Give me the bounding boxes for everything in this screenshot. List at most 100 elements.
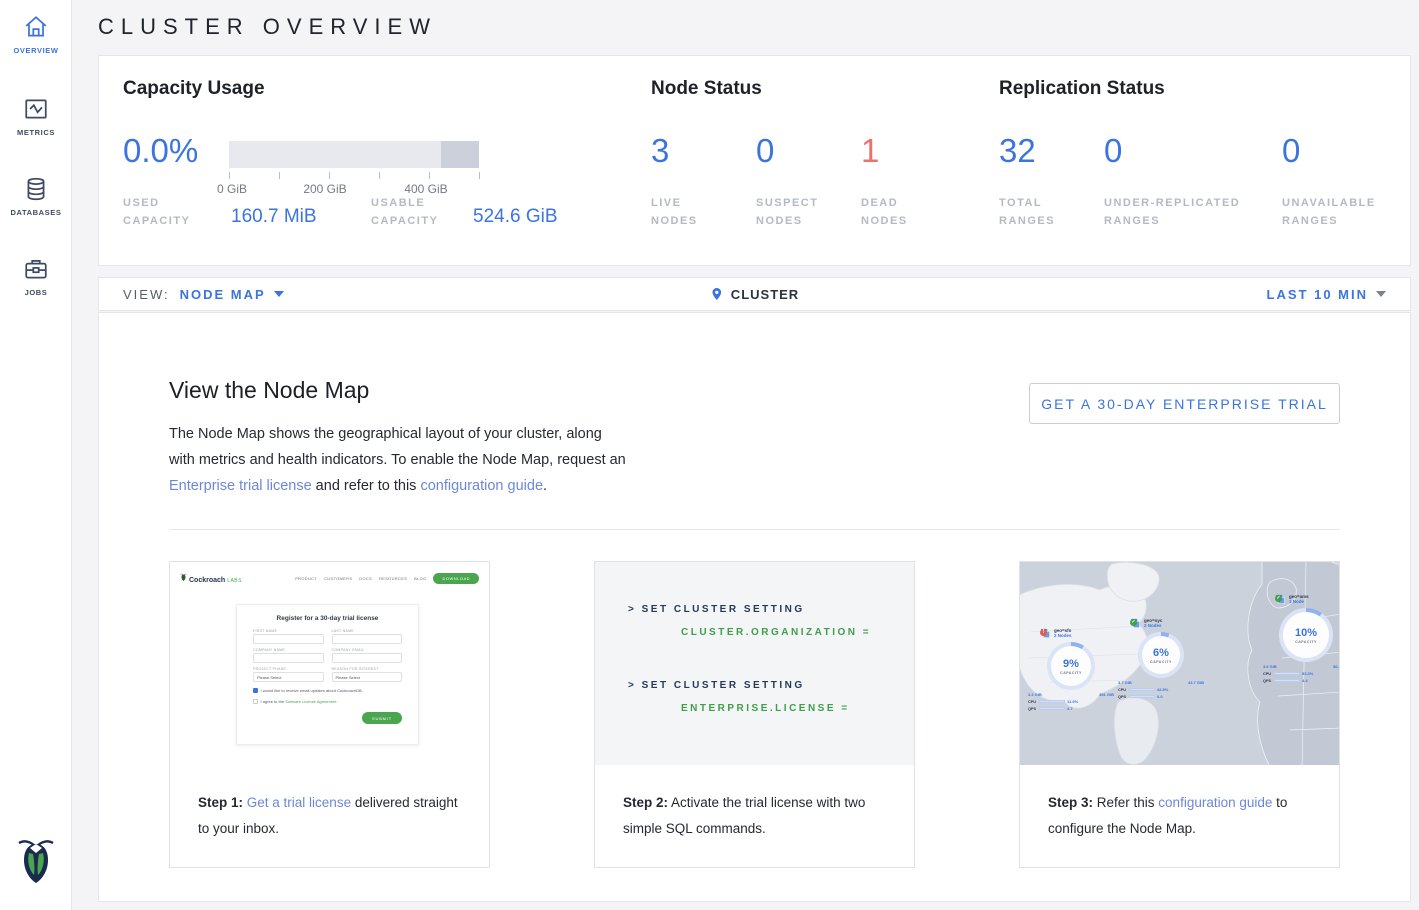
capacity-used: 3.7 GiB xyxy=(1118,680,1132,685)
configuration-guide-link[interactable]: configuration guide xyxy=(1158,795,1272,810)
qps-value: 4.4 xyxy=(1302,678,1308,683)
enterprise-trial-license-link[interactable]: Enterprise trial license xyxy=(169,478,312,494)
chevron-down-icon xyxy=(1376,291,1386,297)
capacity-axis-tick xyxy=(229,172,230,179)
mini-nav-customers: CUSTOMERS xyxy=(324,576,352,581)
mini-checkbox-unchecked xyxy=(253,699,258,704)
qps-bar xyxy=(1274,679,1300,683)
locality-node-count: 1 Node xyxy=(1289,599,1309,604)
cpu-bar xyxy=(1039,700,1065,704)
step-text: Refer this xyxy=(1093,795,1158,810)
sql-setting-name: ENTERPRISE.LICENSE = xyxy=(681,703,914,714)
cockroachdb-logo xyxy=(16,835,56,894)
qps-bar xyxy=(1129,695,1155,699)
section-divider xyxy=(169,529,1340,530)
under-replicated-ranges-label: UNDER-REPLICATED RANGES xyxy=(1104,194,1269,230)
cpu-value: 42.5% xyxy=(1157,687,1168,692)
suspect-nodes-label: SUSPECT NODES xyxy=(756,194,836,230)
breadcrumb-cluster: CLUSTER xyxy=(710,286,799,302)
total-ranges-value: 32 xyxy=(999,132,1036,170)
chevron-down-icon xyxy=(274,291,284,297)
page-title: CLUSTER OVERVIEW xyxy=(98,14,437,40)
mini-input xyxy=(332,653,403,663)
step2-card: > SET CLUSTER SETTING CLUSTER.ORGANIZATI… xyxy=(594,561,915,868)
live-nodes-label: LIVE NODES xyxy=(651,194,731,230)
mini-nav-product: PRODUCT xyxy=(295,576,317,581)
unavailable-ranges-label: UNAVAILABLE RANGES xyxy=(1282,194,1392,230)
dead-nodes-label: DEAD NODES xyxy=(861,194,941,230)
description-text: . xyxy=(543,478,547,494)
trial-license-site-thumbnail: Cockroach LABS PRODUCT CUSTOMERS DOCS RE… xyxy=(170,562,489,765)
capacity-axis-tick xyxy=(429,172,430,179)
sidebar-item-metrics[interactable]: METRICS xyxy=(0,96,72,137)
sidebar-item-databases[interactable]: DATABASES xyxy=(0,176,72,217)
sidebar-item-jobs[interactable]: JOBS xyxy=(0,256,72,297)
node-map-heading: View the Node Map xyxy=(169,377,369,404)
sidebar-item-label: DATABASES xyxy=(0,208,72,217)
usable-capacity-value: 524.6 GiB xyxy=(473,206,558,228)
time-range-dropdown[interactable]: LAST 10 MIN xyxy=(1267,287,1386,302)
capacity-percent: 10% xyxy=(1295,627,1317,639)
capacity-percent: 6% xyxy=(1153,647,1169,659)
step1-card: Cockroach LABS PRODUCT CUSTOMERS DOCS RE… xyxy=(169,561,490,868)
sql-commands-thumbnail: > SET CLUSTER SETTING CLUSTER.ORGANIZATI… xyxy=(595,562,914,765)
mini-field-label: LAST NAME xyxy=(332,629,403,633)
unavailable-ranges-value: 0 xyxy=(1282,132,1300,170)
mini-select: Please Select xyxy=(253,672,324,682)
home-icon xyxy=(23,14,49,40)
enterprise-trial-button[interactable]: GET A 30-DAY ENTERPRISE TRIAL xyxy=(1029,383,1340,424)
total-ranges-label: TOTAL RANGES xyxy=(999,194,1079,230)
capacity-total: 36.4 GiB xyxy=(1333,664,1339,669)
mini-nav-docs: DOCS xyxy=(359,576,372,581)
map-locality-nyc: ✓ geo=nyc 2 Nodes 6% CAPACITY 3.7 GiB xyxy=(1118,618,1204,699)
step1-caption: Step 1: Get a trial license delivered st… xyxy=(170,765,489,842)
qps-label: QPS xyxy=(1028,707,1037,711)
node-status-title: Node Status xyxy=(651,78,762,100)
used-capacity-value: 160.7 MiB xyxy=(231,206,317,228)
capacity-bar-reserved-segment xyxy=(441,141,479,168)
get-trial-license-link[interactable]: Get a trial license xyxy=(247,795,351,810)
briefcase-icon xyxy=(23,256,49,282)
mini-checkbox-checked xyxy=(253,688,258,693)
mini-register-form: Register for a 30-day trial license FIRS… xyxy=(236,604,419,745)
locality-node-count: 2 Nodes xyxy=(1144,623,1162,628)
capacity-bar-chart xyxy=(229,141,479,168)
capacity-percent: 9% xyxy=(1063,658,1079,670)
view-selector-dropdown[interactable]: NODE MAP xyxy=(180,287,284,302)
sidebar-item-overview[interactable]: OVERVIEW xyxy=(0,14,72,55)
locality-node-count: 2 Nodes xyxy=(1054,633,1072,638)
configuration-guide-link[interactable]: configuration guide xyxy=(420,478,543,494)
cpu-bar xyxy=(1274,672,1300,676)
cpu-value: 53.3% xyxy=(1302,671,1313,676)
usable-capacity-label: USABLE CAPACITY xyxy=(371,194,466,230)
cpu-label: CPU xyxy=(1263,672,1272,676)
mini-field-label: COMPANY EMAIL xyxy=(332,648,403,652)
capacity-axis-tick xyxy=(279,172,280,179)
cockroach-icon xyxy=(180,573,187,582)
metrics-icon xyxy=(23,96,49,122)
step3-card: ! geo=sfo 2 Nodes 9% CAPACITY 3.2 GiB xyxy=(1019,561,1340,868)
sidebar-item-label: METRICS xyxy=(0,128,72,137)
mini-form-title: Register for a 30-day trial license xyxy=(253,615,402,622)
mini-input xyxy=(253,634,324,644)
description-text: The Node Map shows the geographical layo… xyxy=(169,426,626,468)
sql-statement: > SET CLUSTER SETTING xyxy=(628,680,914,691)
location-pin-icon xyxy=(710,286,723,302)
mini-download-button: DOWNLOAD xyxy=(433,573,479,584)
capacity-used: 3.2 GiB xyxy=(1028,692,1042,697)
sidebar-item-label: OVERVIEW xyxy=(0,46,72,55)
step-number: Step 1: xyxy=(198,795,243,810)
live-node-badge: ✓ xyxy=(1130,619,1137,626)
step-number: Step 3: xyxy=(1048,795,1093,810)
cpu-bar xyxy=(1129,688,1155,692)
mini-license-link: Software License Agreement. xyxy=(285,699,337,704)
map-locality-ams: ✓ geo=ams 1 Node 10% CAPACITY 3.6 GiB xyxy=(1263,594,1339,683)
sql-setting-name: CLUSTER.ORGANIZATION = xyxy=(681,627,914,638)
capacity-axis-tick xyxy=(329,172,330,179)
map-locality-sfo: ! geo=sfo 2 Nodes 9% CAPACITY 3.2 GiB xyxy=(1028,628,1114,711)
qps-value: 4.7 xyxy=(1067,706,1073,711)
qps-label: QPS xyxy=(1118,695,1127,699)
mini-checkbox-label: I agree to the xyxy=(261,699,286,704)
breadcrumb-cluster-label: CLUSTER xyxy=(731,287,799,302)
mini-logo-suffix: LABS xyxy=(227,578,242,584)
